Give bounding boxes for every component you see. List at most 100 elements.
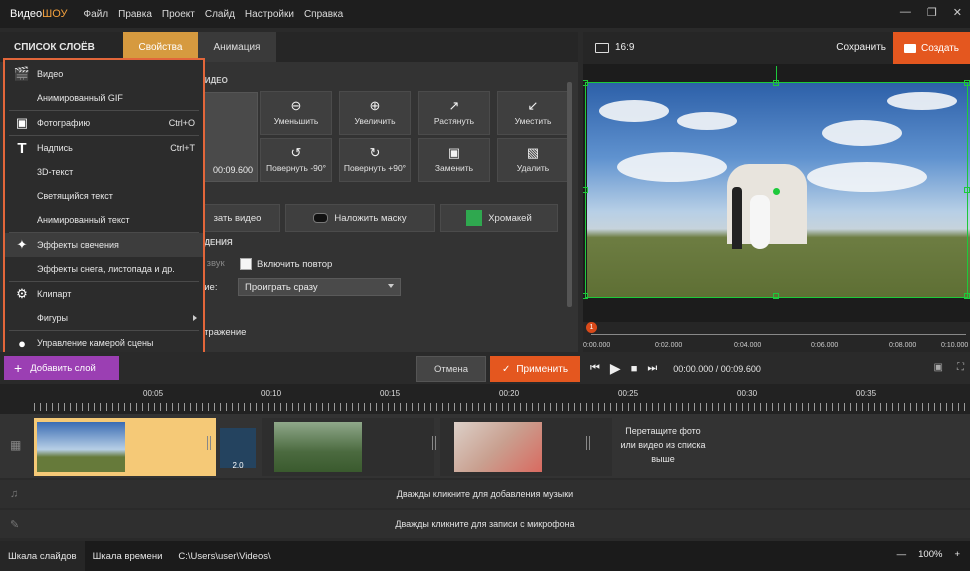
tab-timeline-scale[interactable]: Шкала времени: [85, 541, 171, 571]
tab-animation[interactable]: Анимация: [198, 32, 276, 62]
restore-icon[interactable]: ❐: [927, 6, 937, 19]
cancel-button[interactable]: Отмена: [416, 356, 486, 382]
preview-timeline[interactable]: 1 0:00.000 0:02.000 0:04.000 0:06.000 0:…: [583, 322, 970, 352]
fullscreen-icon[interactable]: ⛶: [957, 362, 964, 373]
apply-mask-button[interactable]: Наложить маску: [285, 204, 435, 232]
menu-item-label: Анимированный GIF: [37, 93, 123, 103]
player-controls: ⏮ ▶ ■ ⏭ 00:00.000 / 00:09.600: [590, 360, 761, 377]
resize-handle[interactable]: [964, 80, 970, 86]
menu-item-video[interactable]: 🎬 Видео: [5, 62, 203, 86]
menu-file[interactable]: Файл: [84, 9, 109, 20]
menu-item-snow-effects[interactable]: Эффекты снега, листопада и др.: [5, 257, 203, 281]
resize-handle[interactable]: [773, 293, 779, 299]
rotation-handle[interactable]: [773, 188, 780, 195]
edit-video-button[interactable]: зать видео: [195, 204, 280, 232]
slide-clip[interactable]: [262, 418, 434, 476]
menu-item-photo[interactable]: ▣ Фотографию Ctrl+O: [5, 111, 203, 135]
microphone-track[interactable]: ✎ Дважды кликните для записи с микрофона: [0, 510, 970, 538]
preview-canvas[interactable]: [583, 64, 970, 322]
menu-project[interactable]: Проект: [162, 9, 195, 20]
menu-item-3d-text[interactable]: 3D-текст: [5, 160, 203, 184]
chroma-key-button[interactable]: Хромакей: [440, 204, 558, 232]
menu-settings[interactable]: Настройки: [245, 9, 294, 20]
properties-scrollbar[interactable]: [567, 82, 572, 307]
monitor-icon: [595, 42, 609, 53]
add-layer-dropdown: 🎬 Видео Анимированный GIF ▣ Фотографию C…: [3, 58, 205, 356]
menu-item-caption[interactable]: T Надпись Ctrl+T: [5, 136, 203, 160]
loop-checkbox[interactable]: [240, 258, 252, 270]
rotate-left-button[interactable]: ↺ Повернуть -90°: [260, 138, 332, 182]
music-hint: Дважды кликните для добавления музыки: [396, 489, 574, 499]
zoom-out-button[interactable]: ⊖ Уменьшить: [260, 91, 332, 135]
play-icon[interactable]: ▶: [610, 360, 621, 377]
clip-grip[interactable]: [207, 436, 213, 450]
zoom-level: 100%: [918, 549, 943, 560]
timeline-tick: 00:10: [261, 389, 282, 398]
clip-grip[interactable]: [432, 436, 438, 450]
rotate-right-button[interactable]: ↻ Повернуть +90°: [339, 138, 411, 182]
playback-mode-select[interactable]: Проиграть сразу: [238, 278, 401, 296]
resize-handle[interactable]: [583, 293, 588, 299]
menu-help[interactable]: Справка: [304, 9, 343, 20]
menu-item-label: Фигуры: [37, 313, 69, 323]
add-layer-label: Добавить слой: [30, 362, 96, 374]
plus-icon: +: [14, 360, 23, 376]
resize-handle[interactable]: [773, 80, 779, 86]
preview-tick: 0:06.000: [811, 342, 839, 349]
replace-button[interactable]: ▣ Заменить: [418, 138, 490, 182]
menu-item-animated-text[interactable]: Анимированный текст: [5, 208, 203, 232]
menu-item-gif[interactable]: Анимированный GIF: [5, 86, 203, 110]
resize-handle[interactable]: [964, 187, 970, 193]
zoom-out-icon[interactable]: —: [897, 549, 907, 560]
video-track: ▦ 2.0 Перетащите фото или видео из списк…: [0, 414, 970, 478]
menu-slide[interactable]: Слайд: [205, 9, 235, 20]
tab-slides-scale[interactable]: Шкала слайдов: [0, 541, 85, 571]
layers-title: СПИСОК СЛОЁВ: [14, 42, 95, 53]
create-button[interactable]: Создать: [893, 32, 970, 64]
preview-tick: 0:00.000: [583, 342, 611, 349]
chroma-key-label: Хромакей: [488, 212, 532, 224]
menu-item-shapes[interactable]: Фигуры: [5, 306, 203, 330]
zoom-in-label: Увеличить: [354, 116, 396, 126]
menu-item-label: Фотографию: [37, 118, 91, 128]
slide-clip[interactable]: [34, 418, 216, 476]
zoom-in-icon[interactable]: +: [954, 549, 960, 560]
timeline-ruler[interactable]: 00:05 00:10 00:15 00:20 00:25 00:30 00:3…: [0, 384, 970, 414]
skip-forward-icon[interactable]: ⏭: [647, 362, 657, 375]
fit-button[interactable]: ↙ Уместить: [497, 91, 569, 135]
aspect-ratio-selector[interactable]: 16:9: [595, 42, 634, 53]
close-icon[interactable]: ✕: [953, 6, 962, 19]
delete-label: Удалить: [516, 163, 550, 173]
menu-item-glow-effects[interactable]: ✦ Эффекты свечения: [5, 233, 203, 257]
drop-hint[interactable]: Перетащите фото или видео из списка выше: [618, 424, 708, 466]
zoom-out-icon: ⊖: [290, 98, 302, 113]
playback-mode-value: Проиграть сразу: [245, 282, 318, 293]
slide-thumbnail: [454, 422, 542, 472]
chroma-key-icon: [466, 210, 483, 226]
menu-item-clipart[interactable]: ⚙ Клипарт: [5, 282, 203, 306]
stop-icon[interactable]: ■: [631, 363, 638, 375]
snapshot-icon[interactable]: ▣: [934, 362, 943, 373]
resize-handle[interactable]: [583, 80, 588, 86]
delete-button[interactable]: ▧ Удалить: [497, 138, 569, 182]
menu-item-glow-text[interactable]: Светящийся текст: [5, 184, 203, 208]
apply-button[interactable]: ✓ Применить: [490, 356, 580, 382]
skip-back-icon[interactable]: ⏮: [590, 362, 600, 375]
menu-item-label: Управление камерой сцены: [37, 338, 154, 348]
clip-grip[interactable]: [586, 436, 592, 450]
preview-tick: 0:10.000: [941, 342, 969, 349]
resize-handle[interactable]: [583, 187, 588, 193]
add-layer-button[interactable]: + Добавить слой: [4, 356, 119, 380]
zoom-in-button[interactable]: ⊕ Увеличить: [339, 91, 411, 135]
timeline-tick: 00:30: [737, 389, 758, 398]
playhead-marker[interactable]: 1: [586, 322, 597, 333]
preview-tick: 0:04.000: [734, 342, 762, 349]
save-button[interactable]: Сохранить: [836, 42, 886, 53]
minimize-icon[interactable]: —: [900, 6, 911, 19]
transition-block[interactable]: 2.0: [220, 428, 256, 470]
resize-handle[interactable]: [964, 293, 970, 299]
menu-edit[interactable]: Правка: [118, 9, 152, 20]
music-track[interactable]: ♫ Дважды кликните для добавления музыки: [0, 480, 970, 508]
stretch-button[interactable]: ↗ Растянуть: [418, 91, 490, 135]
magic-wand-icon: ✦: [16, 237, 28, 252]
